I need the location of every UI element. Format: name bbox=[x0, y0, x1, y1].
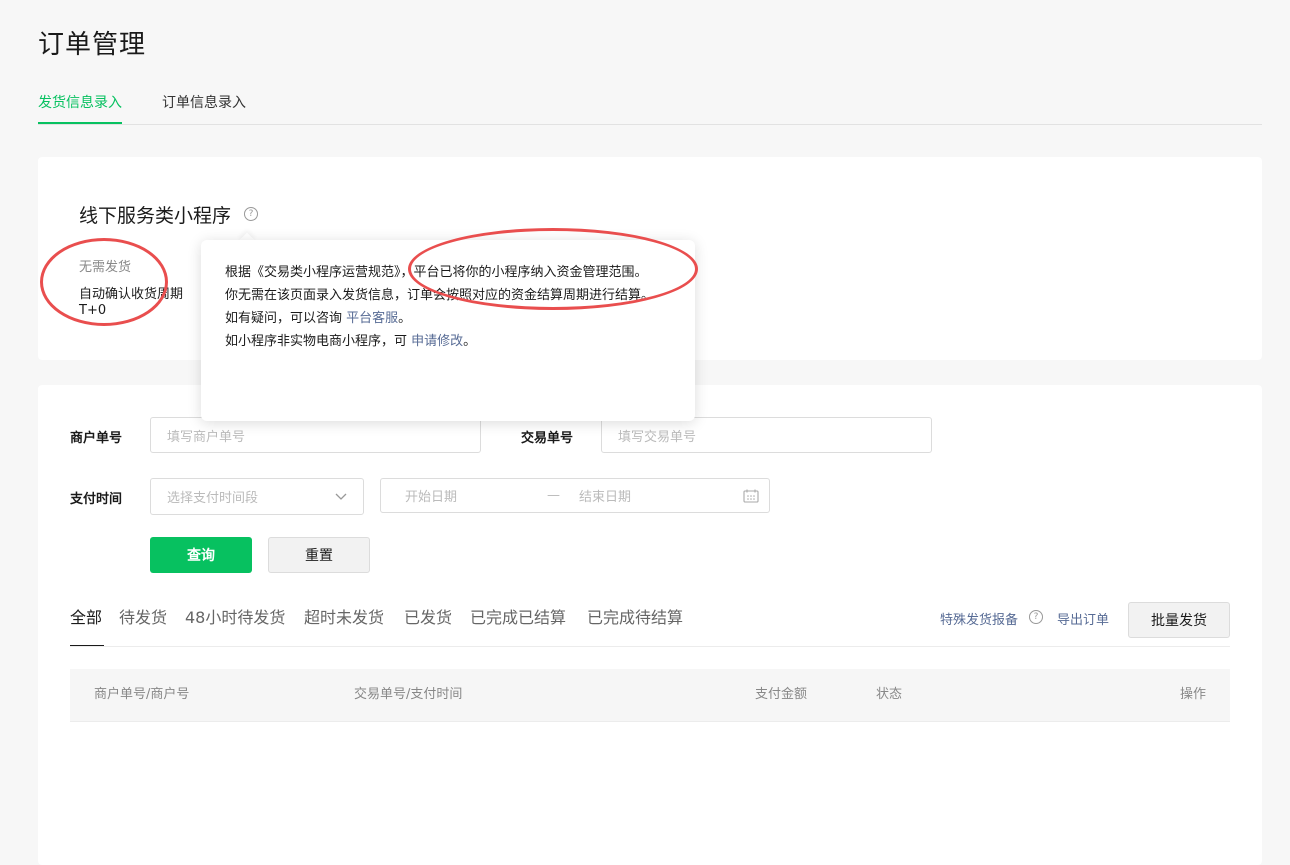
help-popover: 根据《交易类小程序运营规范》，平台已将你的小程序纳入资金管理范围。 你无需在该页… bbox=[201, 240, 695, 421]
merchant-no-label: 商户单号 bbox=[70, 431, 123, 446]
batch-ship-button[interactable]: 批量发货 bbox=[1128, 602, 1230, 638]
table-header: 商户单号/商户号 交易单号/支付时间 支付金额 状态 操作 bbox=[70, 669, 1230, 722]
popover-line-3: 如有疑问，可以咨询 平台客服。 bbox=[225, 307, 671, 330]
main-tabs: 发货信息录入 订单信息录入 bbox=[38, 92, 1262, 125]
section-title: 线下服务类小程序 bbox=[79, 205, 232, 227]
question-circle-icon[interactable]: ? bbox=[1029, 610, 1043, 624]
question-circle-icon[interactable]: ? bbox=[244, 207, 258, 221]
query-button[interactable]: 查询 bbox=[150, 537, 252, 573]
order-tab-48h[interactable]: 48小时待发货 bbox=[185, 604, 285, 628]
popover-line-2: 你无需在该页面录入发货信息，订单会按照对应的资金结算周期进行结算。 bbox=[225, 288, 655, 303]
reset-button[interactable]: 重置 bbox=[268, 537, 370, 573]
popover-line-3-suffix: 。 bbox=[398, 311, 412, 326]
merchant-no-input[interactable]: 填写商户单号 bbox=[150, 417, 481, 453]
popover-line-3-text: 如有疑问，可以咨询 bbox=[225, 311, 347, 326]
tab-order-info[interactable]: 订单信息录入 bbox=[162, 92, 246, 124]
popover-line-4: 如小程序非实物电商小程序，可 申请修改。 bbox=[225, 330, 671, 353]
platform-support-link[interactable]: 平台客服 bbox=[346, 311, 398, 326]
calendar-icon bbox=[743, 489, 759, 503]
column-header-merchant: 商户单号/商户号 bbox=[94, 687, 190, 702]
pay-time-select[interactable]: 选择支付时间段 bbox=[150, 478, 364, 515]
orders-card: 商户单号 填写商户单号 交易单号 填写交易单号 支付时间 选择支付时间段 开始日… bbox=[38, 385, 1262, 865]
start-date-input[interactable]: 开始日期 bbox=[405, 486, 547, 505]
page-title: 订单管理 bbox=[38, 30, 147, 60]
pay-time-label: 支付时间 bbox=[70, 492, 123, 507]
date-range-picker[interactable]: 开始日期 — 结束日期 bbox=[380, 478, 770, 513]
order-tab-shipped[interactable]: 已发货 bbox=[404, 604, 452, 628]
order-tab-overdue[interactable]: 超时未发货 bbox=[304, 604, 384, 628]
trade-no-label: 交易单号 bbox=[521, 431, 574, 446]
column-header-actions: 操作 bbox=[1179, 687, 1206, 702]
tab-shipping-info[interactable]: 发货信息录入 bbox=[38, 92, 122, 124]
date-separator: — bbox=[547, 488, 560, 503]
popover-line-4-text: 如小程序非实物电商小程序，可 bbox=[225, 334, 412, 349]
special-report-link[interactable]: 特殊发货报备 bbox=[940, 609, 1018, 628]
auto-confirm-value: T+0 bbox=[79, 303, 107, 318]
order-tab-settled[interactable]: 已完成已结算 bbox=[470, 604, 566, 628]
column-header-trade: 交易单号/支付时间 bbox=[354, 687, 463, 702]
pay-time-select-value: 选择支付时间段 bbox=[167, 491, 259, 506]
auto-confirm-label: 自动确认收货周期 bbox=[79, 287, 184, 302]
column-header-status: 状态 bbox=[876, 687, 903, 702]
trade-no-input[interactable]: 填写交易单号 bbox=[601, 417, 932, 453]
end-date-input[interactable]: 结束日期 bbox=[579, 486, 743, 505]
apply-change-link[interactable]: 申请修改 bbox=[411, 334, 463, 349]
popover-line-1: 根据《交易类小程序运营规范》，平台已将你的小程序纳入资金管理范围。 bbox=[225, 265, 648, 280]
order-tab-pending-settle[interactable]: 已完成待结算 bbox=[587, 604, 683, 628]
export-orders-link[interactable]: 导出订单 bbox=[1057, 609, 1109, 628]
chevron-down-icon bbox=[335, 493, 347, 500]
tabs-divider bbox=[70, 646, 1230, 647]
order-tab-all[interactable]: 全部 bbox=[70, 604, 102, 628]
order-status-tabs: 全部 待发货 48小时待发货 超时未发货 已发货 已完成已结算 已完成待结算 bbox=[70, 604, 730, 648]
popover-line-4-suffix: 。 bbox=[463, 334, 477, 349]
order-tab-pending[interactable]: 待发货 bbox=[119, 604, 167, 628]
column-header-amount: 支付金额 bbox=[755, 687, 808, 702]
no-shipping-text: 无需发货 bbox=[79, 260, 132, 275]
